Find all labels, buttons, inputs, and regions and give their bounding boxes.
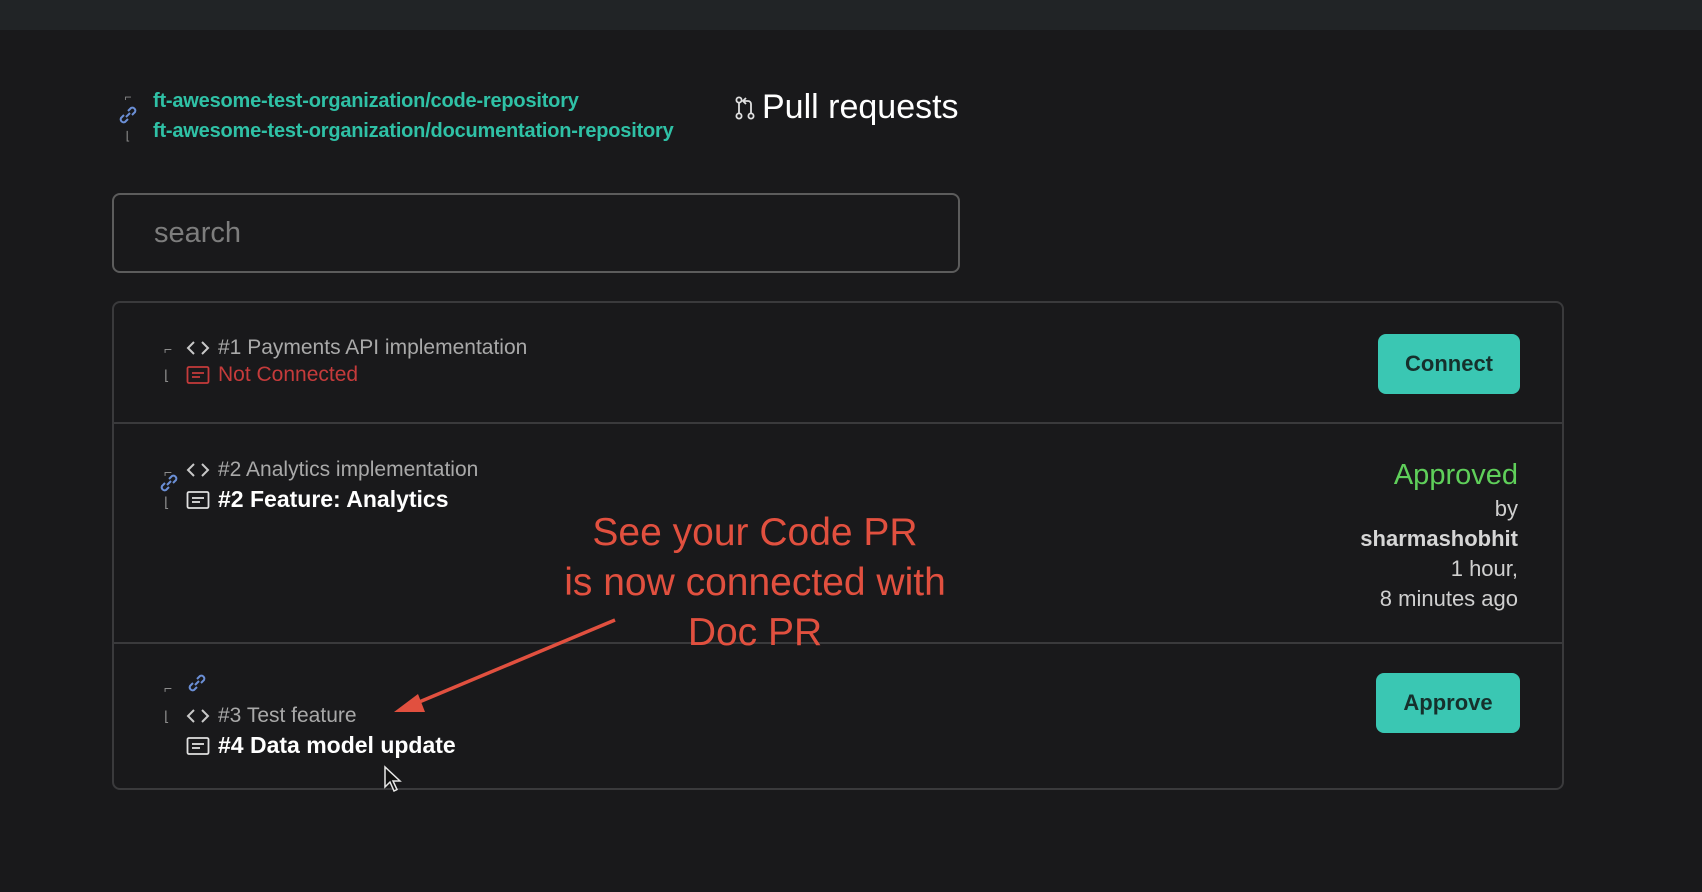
approval-time-line1: 1 hour, bbox=[1450, 556, 1518, 581]
approval-time-line2: 8 minutes ago bbox=[1379, 586, 1518, 611]
search-input[interactable] bbox=[112, 193, 960, 273]
document-icon bbox=[186, 365, 210, 385]
code-icon bbox=[186, 707, 210, 725]
page-title: Pull requests bbox=[734, 88, 959, 127]
repo-link-documentation[interactable]: ft-awesome-test-organization/documentati… bbox=[153, 116, 674, 146]
repo-link-code[interactable]: ft-awesome-test-organization/code-reposi… bbox=[153, 86, 674, 116]
connect-button[interactable]: Connect bbox=[1378, 334, 1520, 394]
approved-label: Approved bbox=[1393, 459, 1518, 491]
connected-repositories: ⌐ ⌊ ft-awesome-test-organization/code-re… bbox=[117, 86, 674, 146]
pull-request-row: ⌐ ⌊ #3 Test feature #4 Data model update… bbox=[114, 644, 1562, 788]
code-icon bbox=[186, 339, 210, 357]
doc-pr-title[interactable]: #4 Data model update bbox=[218, 732, 456, 759]
pull-request-row: ⌐ ⌊ #1 Payments API implementation Not C… bbox=[114, 303, 1562, 424]
code-pr-title[interactable]: #3 Test feature bbox=[218, 704, 357, 728]
repo-bracket: ⌐ ⌊ bbox=[117, 91, 139, 142]
code-icon bbox=[186, 461, 210, 479]
annotation-line: See your Code PR bbox=[592, 511, 918, 554]
window-top-bar bbox=[0, 0, 1702, 30]
approve-button[interactable]: Approve bbox=[1376, 673, 1520, 733]
code-pr-title[interactable]: #2 Analytics implementation bbox=[218, 458, 478, 482]
connection-status: Not Connected bbox=[218, 363, 359, 386]
link-icon bbox=[117, 104, 139, 129]
document-icon bbox=[186, 736, 210, 756]
annotation-line: Doc PR bbox=[687, 611, 823, 654]
link-icon bbox=[186, 672, 208, 701]
code-pr-title[interactable]: #1 Payments API implementation bbox=[218, 336, 527, 360]
annotation-line: is now connected with bbox=[564, 561, 946, 604]
page-title-text: Pull requests bbox=[762, 88, 959, 126]
cursor-icon bbox=[383, 765, 403, 798]
document-icon bbox=[186, 490, 210, 510]
pull-request-icon bbox=[734, 95, 756, 121]
tutorial-annotation: See your Code PR is now connected with D… bbox=[520, 508, 990, 658]
approved-by-label: by bbox=[1494, 496, 1518, 521]
doc-pr-title[interactable]: #2 Feature: Analytics bbox=[218, 486, 449, 513]
approver-name: sharmashobhit bbox=[1360, 526, 1518, 551]
review-status: Approved by sharmashobhit 1 hour, 8 minu… bbox=[1360, 456, 1518, 614]
